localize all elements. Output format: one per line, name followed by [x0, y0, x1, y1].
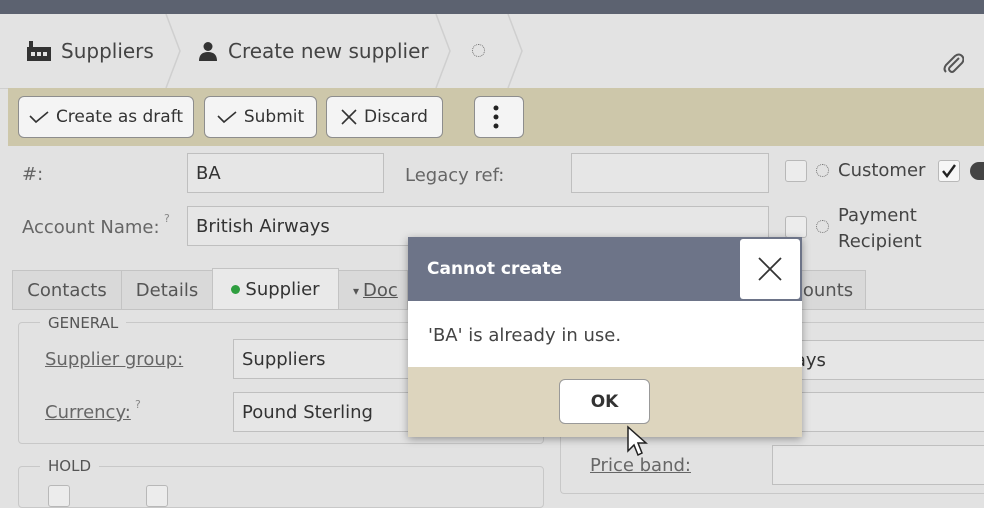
supplier-group-input[interactable]: Suppliers [233, 339, 413, 379]
breadcrumb-separator [165, 14, 181, 88]
payment-label-line1: Payment [838, 205, 917, 226]
supplier-group-link[interactable]: Supplier group: [45, 349, 183, 370]
error-dialog: Cannot create 'BA' is already in use. OK [408, 237, 802, 437]
customer-status-icon [816, 164, 829, 177]
currency-link[interactable]: Currency: [45, 402, 131, 423]
breadcrumb-suppliers-label: Suppliers [61, 39, 154, 63]
ok-button[interactable]: OK [559, 379, 650, 424]
currency-input[interactable]: Pound Sterling [233, 392, 413, 432]
breadcrumb-separator [507, 14, 523, 88]
price-band-input[interactable] [772, 445, 984, 485]
tab-documents-label: Doc [363, 280, 398, 301]
dialog-body: 'BA' is already in use. [408, 301, 802, 367]
check-icon [29, 111, 49, 124]
vertical-dots-icon [493, 105, 498, 129]
tab-supplier-label: Supplier [245, 279, 320, 300]
price-input[interactable]: P [772, 392, 984, 432]
account-name-label: Account Name: [22, 217, 160, 238]
stop-checkbox[interactable] [146, 485, 168, 507]
document-icon: ▾ [353, 283, 360, 298]
customer-checkbox[interactable] [785, 160, 807, 182]
currency-help-icon[interactable]: ? [135, 398, 141, 411]
dialog-title: Cannot create [427, 259, 562, 279]
breadcrumb-create-supplier[interactable]: Create new supplier [198, 14, 429, 88]
check-icon [942, 164, 956, 178]
number-label: #: [22, 164, 44, 185]
top-bar [0, 0, 984, 14]
tab-contacts[interactable]: Contacts [12, 270, 122, 310]
factory-icon [27, 41, 51, 61]
tab-accounts-label: ounts [802, 280, 854, 301]
create-as-draft-button[interactable]: Create as draft [18, 96, 194, 138]
active-dot-icon [231, 285, 241, 294]
status-dots-icon [472, 44, 485, 57]
legacy-ref-label: Legacy ref: [405, 165, 505, 186]
create-as-draft-label: Create as draft [55, 107, 184, 127]
toolbar: Create as draft Submit Discard [8, 88, 984, 146]
hold-section-title: HOLD [40, 457, 99, 475]
dialog-message: 'BA' is already in use. [428, 325, 622, 346]
price-band-link[interactable]: Price band: [590, 455, 691, 476]
breadcrumb: Suppliers Create new supplier [0, 14, 984, 89]
customer-label: Customer [838, 160, 926, 181]
payment-label-line2: Recipient [838, 231, 922, 252]
mouse-cursor-icon [627, 425, 648, 457]
legacy-ref-input[interactable] [571, 153, 769, 193]
ok-label: OK [590, 391, 619, 412]
paperclip-icon[interactable] [942, 52, 964, 76]
discard-label: Discard [364, 107, 428, 127]
breadcrumb-separator [435, 14, 451, 88]
right-checkbox[interactable] [938, 160, 960, 182]
submit-label: Submit [243, 107, 305, 127]
more-options-button[interactable] [474, 96, 524, 138]
terms-input[interactable]: Days [772, 340, 984, 380]
payment-status-icon [816, 220, 829, 233]
breadcrumb-create-label: Create new supplier [228, 39, 429, 63]
discard-button[interactable]: Discard [326, 96, 443, 138]
tab-documents[interactable]: ▾ Doc [338, 270, 408, 310]
tab-contacts-label: Contacts [27, 280, 107, 301]
dialog-header: Cannot create [408, 237, 802, 301]
user-icon [199, 42, 217, 61]
partial-icon [970, 162, 984, 180]
check-icon [217, 111, 237, 124]
account-help-icon[interactable]: ? [164, 212, 170, 225]
dialog-close-button[interactable] [740, 239, 800, 299]
number-input[interactable]: BA [187, 153, 384, 193]
hold-checkbox[interactable] [48, 485, 70, 507]
tab-details[interactable]: Details [121, 270, 213, 310]
dialog-footer: OK [408, 367, 802, 437]
payment-recipient-checkbox[interactable] [785, 216, 807, 238]
close-icon [758, 257, 782, 281]
submit-button[interactable]: Submit [204, 96, 317, 138]
close-icon [341, 109, 357, 125]
tab-details-label: Details [135, 280, 199, 301]
breadcrumb-suppliers[interactable]: Suppliers [27, 14, 154, 88]
general-section-title: GENERAL [40, 314, 127, 332]
tab-supplier[interactable]: Supplier [212, 268, 339, 310]
